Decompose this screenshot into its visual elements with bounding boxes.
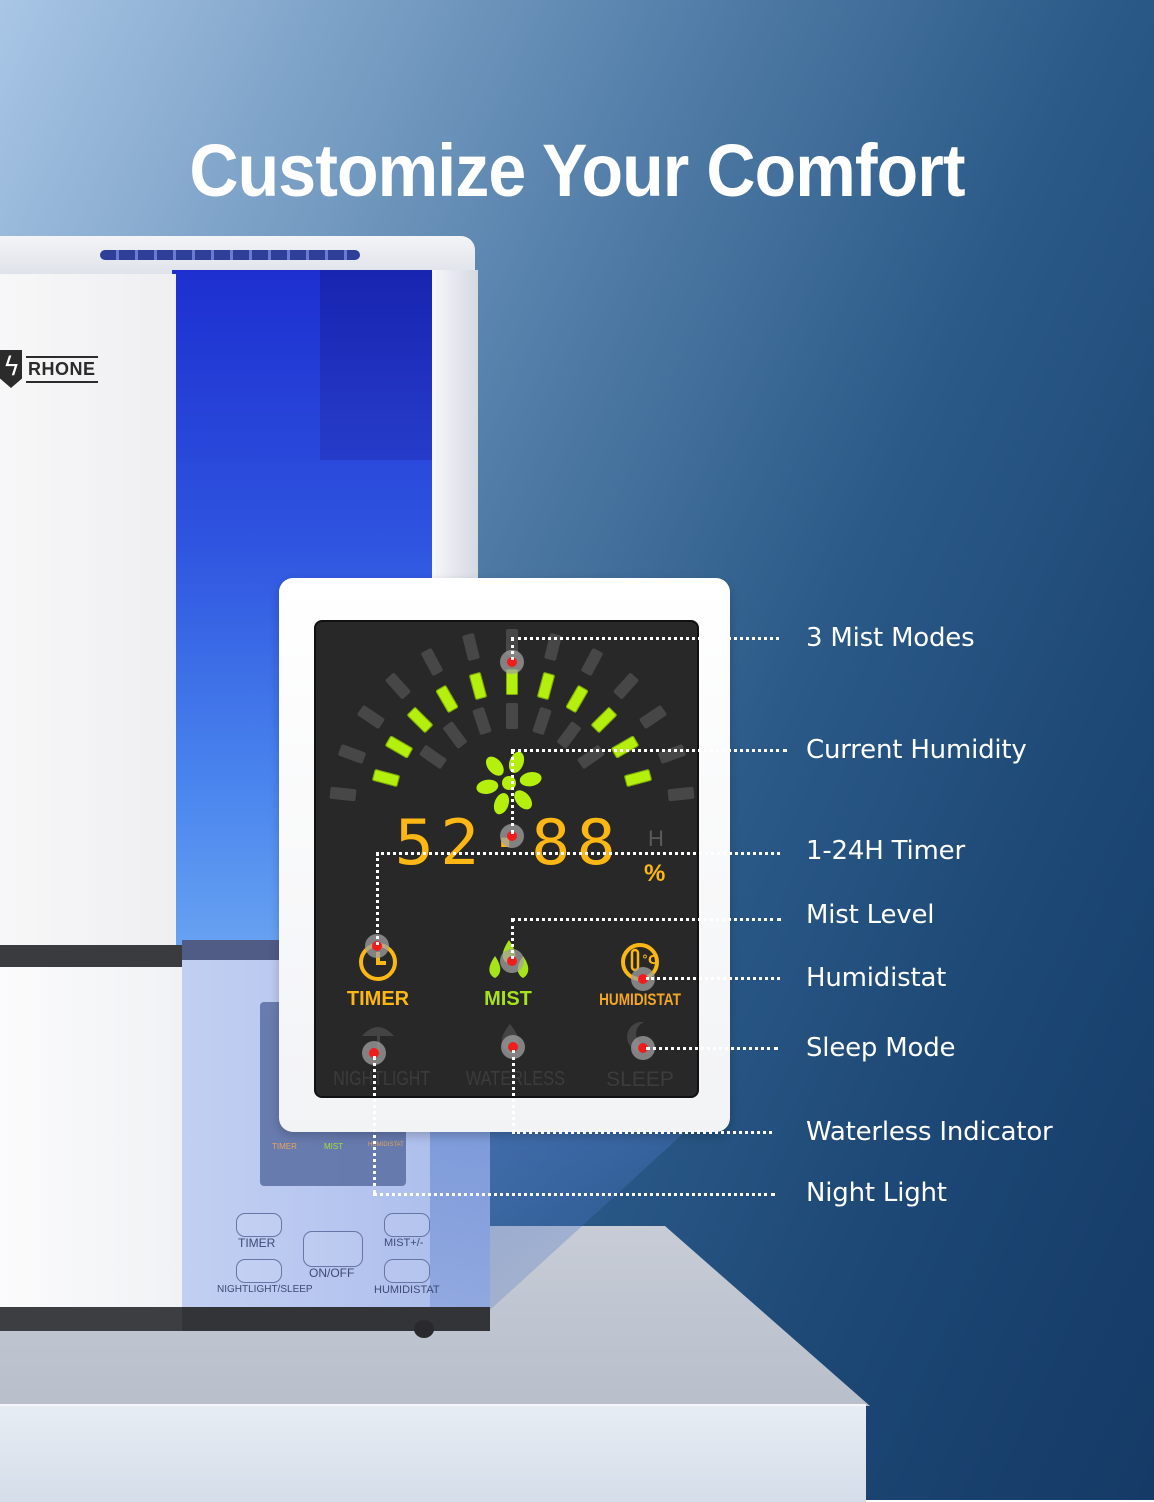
mist-arc-outer-segment — [385, 671, 412, 700]
leader-mist-level-v — [511, 919, 514, 959]
power-button-label: ON/OFF — [309, 1266, 355, 1280]
brand-logo: RHONE — [0, 350, 98, 388]
mist-arc-inner-dim-segment — [472, 706, 492, 736]
nightlight-sleep-button[interactable] — [236, 1259, 282, 1283]
leader-mist-modes-v — [511, 638, 514, 660]
mist-arc-outer-segment — [461, 632, 480, 662]
leader-mist-level-h — [511, 918, 781, 921]
leader-mist-modes-h — [511, 637, 779, 640]
timer-button[interactable] — [236, 1213, 282, 1237]
leader-waterless-h — [512, 1131, 772, 1134]
leader-humidistat-h — [646, 977, 780, 980]
shelf-front — [0, 1404, 866, 1502]
tank-handle-shade — [320, 270, 438, 460]
leader-humidity-h — [511, 749, 787, 752]
control-display: 52·88 H % TIMER MIST °C HUMIDISTAT NIGHT… — [314, 620, 699, 1098]
mist-arc-segment — [536, 672, 555, 701]
base-foot — [182, 1307, 490, 1331]
mist-arc-inner-dim-segment — [442, 720, 468, 749]
hour-label: H — [648, 826, 664, 851]
callout-night-light: Night Light — [806, 1178, 947, 1208]
callout-timer: 1-24H Timer — [806, 836, 965, 866]
leader-waterless-v — [512, 1050, 515, 1132]
mist-button-label: MIST+/- — [384, 1237, 424, 1249]
percent-symbol: % — [644, 860, 666, 887]
brand-name: RHONE — [26, 355, 98, 383]
mist-arc-outer-segment — [329, 786, 357, 802]
mist-arc-outer-segment — [612, 671, 639, 700]
callout-mist-modes: 3 Mist Modes — [806, 623, 975, 653]
timer-indicator-label: TIMER — [346, 988, 410, 1010]
sleep-indicator-label: SLEEP — [606, 1068, 674, 1091]
callout-waterless-indicator: Waterless Indicator — [806, 1117, 1053, 1147]
mist-arc-segment — [406, 706, 434, 734]
callout-current-humidity: Current Humidity — [806, 735, 1027, 765]
mist-indicator-label: MIST — [484, 988, 532, 1010]
mist-arc-segment — [623, 769, 652, 788]
callout-mist-level: Mist Level — [806, 900, 935, 930]
mist-arc-outer-segment — [420, 647, 444, 677]
waterless-indicator-label: WATERLESS — [465, 1068, 566, 1090]
mist-arc-inner-dim-segment — [532, 706, 552, 736]
humidifier-side — [432, 270, 478, 580]
mist-arc-segment — [610, 735, 639, 759]
humidistat-button[interactable] — [384, 1259, 430, 1283]
mist-arc-inner-dim-segment — [506, 703, 518, 729]
humidistat-button-label: HUMIDISTAT — [374, 1284, 440, 1296]
leader-night-light-h — [373, 1193, 775, 1196]
nightlight-indicator-label: NIGHTLIGHT — [333, 1068, 431, 1090]
leader-humidity-v — [511, 750, 514, 834]
base-trim — [0, 1307, 182, 1331]
timer-button-label: TIMER — [238, 1236, 276, 1250]
leader-sleep-h — [646, 1047, 778, 1050]
callout-humidistat: Humidistat — [806, 963, 947, 993]
page-title: Customize Your Comfort — [189, 128, 965, 212]
mist-arc-outer-segment — [657, 743, 687, 764]
mist-arc-outer-segment — [580, 647, 604, 677]
mist-arc-outer-segment — [356, 704, 386, 730]
leader-timer-h — [376, 852, 780, 855]
mist-arc-segment — [590, 706, 618, 734]
power-button[interactable] — [303, 1231, 363, 1267]
nightlight-sleep-button-label: NIGHTLIGHT/SLEEP — [217, 1284, 313, 1295]
mist-arc-segment — [385, 735, 414, 759]
front-panel-lower — [0, 967, 182, 1307]
svg-text:°C: °C — [642, 953, 657, 967]
mist-arc-outer-segment — [667, 786, 695, 802]
mist-arc-outer-segment — [638, 704, 668, 730]
mist-arc-segment — [565, 685, 589, 714]
mist-arc-segment — [469, 672, 488, 701]
mini-label-timer: TIMER — [272, 1142, 297, 1151]
lightning-shield-icon — [0, 350, 22, 388]
humidistat-indicator-label: HUMIDISTAT — [599, 990, 681, 1009]
leader-night-light-v — [373, 1056, 376, 1194]
mist-arc-outer-segment — [337, 743, 367, 764]
leader-timer-v — [376, 853, 379, 945]
foot-wheel — [414, 1320, 434, 1338]
mist-arc-inner-dim-segment — [419, 744, 448, 770]
mist-vent — [100, 250, 360, 260]
mist-button[interactable] — [384, 1213, 430, 1237]
mist-arc-inner-dim-segment — [556, 720, 582, 749]
trim-band — [0, 945, 182, 967]
mist-arc-segment — [435, 685, 459, 714]
callout-sleep-mode: Sleep Mode — [806, 1033, 956, 1063]
mini-label-mist: MIST — [324, 1142, 344, 1151]
mist-arc-segment — [372, 769, 401, 788]
